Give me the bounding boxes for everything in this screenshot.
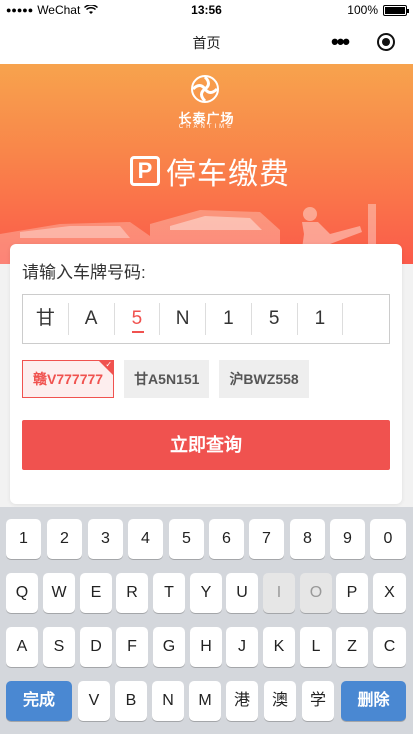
- key-y[interactable]: Y: [190, 573, 222, 613]
- plate-char-province[interactable]: 甘: [23, 303, 69, 335]
- status-bar: ●●●●● WeChat 13:56 100%: [0, 0, 413, 20]
- key-b[interactable]: B: [115, 681, 147, 721]
- key-5[interactable]: 5: [169, 519, 204, 559]
- key-4[interactable]: 4: [128, 519, 163, 559]
- slogan-text: 停车缴费: [166, 158, 290, 191]
- key-k[interactable]: K: [263, 627, 295, 667]
- key-a[interactable]: A: [6, 627, 38, 667]
- key-2[interactable]: 2: [47, 519, 82, 559]
- plate-char-8-empty[interactable]: [343, 303, 389, 335]
- key-j[interactable]: J: [226, 627, 258, 667]
- history-plate-label: 沪BWZ558: [229, 371, 299, 387]
- key-l[interactable]: L: [300, 627, 332, 667]
- key-r[interactable]: R: [116, 573, 148, 613]
- miniprogram-capsule: •••: [327, 28, 397, 56]
- key-s[interactable]: S: [43, 627, 75, 667]
- plate-prompt-label: 请输入车牌号码:: [22, 263, 146, 282]
- plate-char-3[interactable]: 5: [115, 303, 161, 335]
- key-h[interactable]: H: [190, 627, 222, 667]
- key-e[interactable]: E: [80, 573, 112, 613]
- key-d[interactable]: D: [80, 627, 112, 667]
- history-plate-label: 赣V777777: [33, 371, 104, 387]
- history-plate-label: 甘A5N151: [134, 371, 200, 387]
- key-6[interactable]: 6: [209, 519, 244, 559]
- key-x[interactable]: X: [373, 573, 406, 613]
- key-macau[interactable]: 澳: [264, 681, 296, 721]
- query-button[interactable]: 立即查询: [22, 420, 390, 470]
- plate-char-letter[interactable]: A: [69, 303, 115, 335]
- key-7[interactable]: 7: [249, 519, 284, 559]
- nav-bar: 首页 •••: [0, 20, 413, 64]
- chantime-logo-icon: [191, 75, 219, 103]
- key-0[interactable]: 0: [370, 519, 406, 559]
- battery-icon: [383, 4, 409, 16]
- hero-banner: 长泰广场 CHANTIME P 停车缴费: [0, 64, 413, 264]
- key-p[interactable]: P: [336, 573, 368, 613]
- key-z[interactable]: Z: [336, 627, 368, 667]
- plate-query-card: 请输入车牌号码: 甘 A 5 N 1 5 1 赣V777777 ✓ 甘A5N15…: [10, 244, 402, 504]
- parking-p-icon: P: [130, 156, 160, 186]
- plate-keyboard: 1 2 3 4 5 6 7 8 9 0 Q W E R T Y U I O P …: [0, 507, 413, 734]
- close-miniprogram-icon[interactable]: [377, 33, 395, 51]
- parking-payment-heading: P 停车缴费: [130, 149, 290, 193]
- key-8[interactable]: 8: [290, 519, 325, 559]
- done-key[interactable]: 完成: [6, 681, 72, 721]
- key-q[interactable]: Q: [6, 573, 38, 613]
- key-t[interactable]: T: [153, 573, 185, 613]
- key-3[interactable]: 3: [88, 519, 123, 559]
- key-1[interactable]: 1: [6, 519, 41, 559]
- plate-char-6[interactable]: 5: [252, 303, 298, 335]
- key-m[interactable]: M: [189, 681, 221, 721]
- key-i-disabled: I: [263, 573, 295, 613]
- plate-char-4[interactable]: N: [160, 303, 206, 335]
- brand-name-en: CHANTIME: [178, 124, 235, 130]
- history-plate-chip[interactable]: 赣V777777 ✓: [22, 360, 115, 398]
- history-plate-chip[interactable]: 甘A5N151: [124, 360, 210, 398]
- key-g[interactable]: G: [153, 627, 185, 667]
- key-u[interactable]: U: [226, 573, 258, 613]
- key-9[interactable]: 9: [330, 519, 365, 559]
- key-o-disabled: O: [300, 573, 332, 613]
- key-learner[interactable]: 学: [302, 681, 334, 721]
- plate-char-5[interactable]: 1: [206, 303, 252, 335]
- key-hong-kong[interactable]: 港: [226, 681, 258, 721]
- battery-percent: 100%: [347, 3, 378, 17]
- history-plates: 赣V777777 ✓ 甘A5N151 沪BWZ558: [22, 360, 309, 398]
- check-icon: ✓: [105, 360, 113, 369]
- key-n[interactable]: N: [152, 681, 184, 721]
- key-w[interactable]: W: [43, 573, 75, 613]
- plate-number-input[interactable]: 甘 A 5 N 1 5 1: [22, 294, 390, 344]
- more-options-icon[interactable]: •••: [331, 31, 350, 53]
- delete-key[interactable]: 删除: [341, 681, 406, 721]
- history-plate-chip[interactable]: 沪BWZ558: [219, 360, 309, 398]
- key-v[interactable]: V: [78, 681, 110, 721]
- key-c[interactable]: C: [373, 627, 406, 667]
- plate-char-7[interactable]: 1: [298, 303, 344, 335]
- key-f[interactable]: F: [116, 627, 148, 667]
